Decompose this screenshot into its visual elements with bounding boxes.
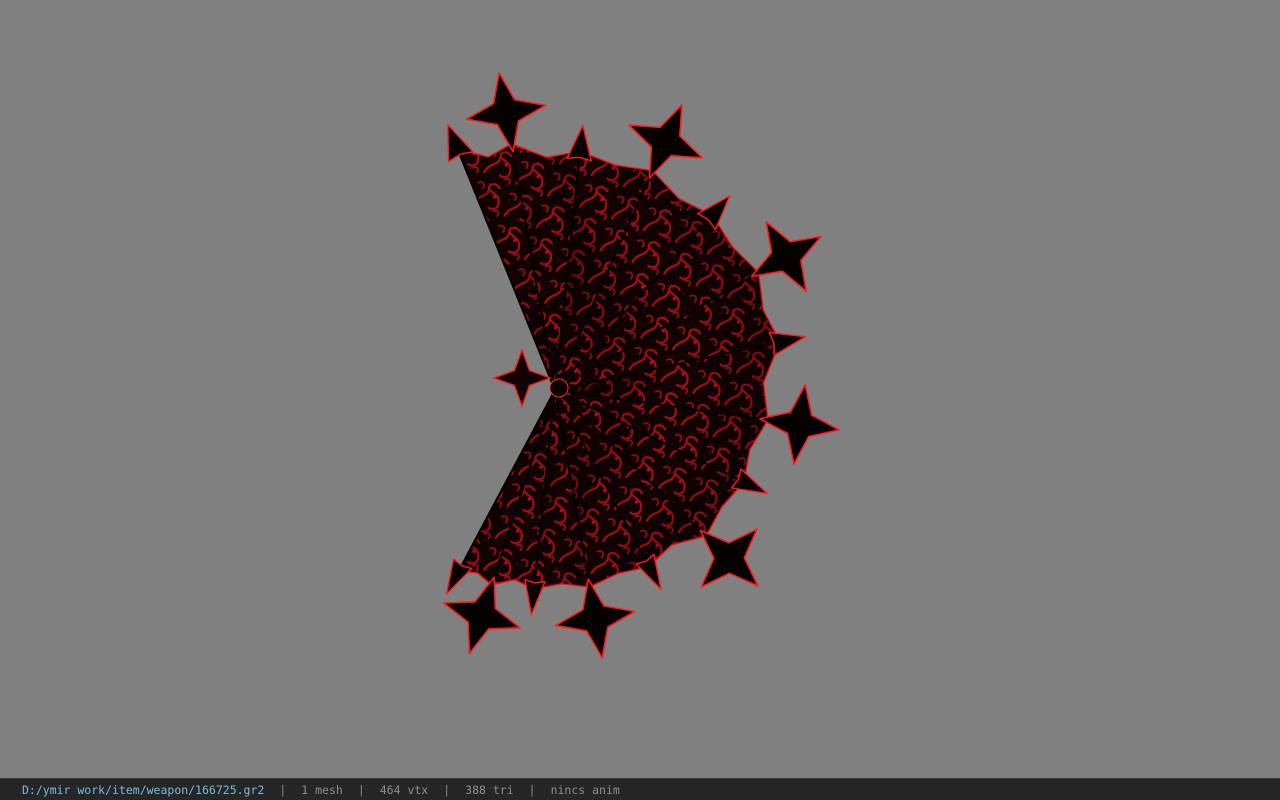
separator: | (443, 782, 451, 797)
status-bar: D:/ymir work/item/weapon/166725.gr2 | 1 … (0, 778, 1280, 800)
triangle-count: 388 tri (465, 782, 514, 797)
blade-spike (768, 331, 807, 356)
star-spike (465, 72, 547, 153)
pivot-hub (549, 378, 569, 398)
vertex-count: 464 vtx (379, 782, 429, 797)
star-spike (442, 576, 521, 655)
star-spike (628, 104, 703, 179)
blade-spike (566, 124, 592, 162)
separator: | (357, 782, 365, 797)
fan-weapon-model[interactable] (0, 0, 1280, 778)
3d-viewport[interactable] (0, 0, 1280, 778)
star-spike (750, 221, 822, 292)
separator: | (279, 782, 287, 797)
fan-geometry (442, 72, 840, 659)
star-spike (699, 528, 759, 588)
star-spike (759, 384, 840, 465)
blade-spike (524, 578, 546, 616)
anim-status: nincs anim (550, 782, 620, 797)
separator: | (528, 782, 536, 797)
star-spike (555, 578, 636, 659)
file-path: D:/ymir work/item/weapon/166725.gr2 (22, 782, 265, 797)
mesh-count: 1 mesh (301, 782, 343, 797)
